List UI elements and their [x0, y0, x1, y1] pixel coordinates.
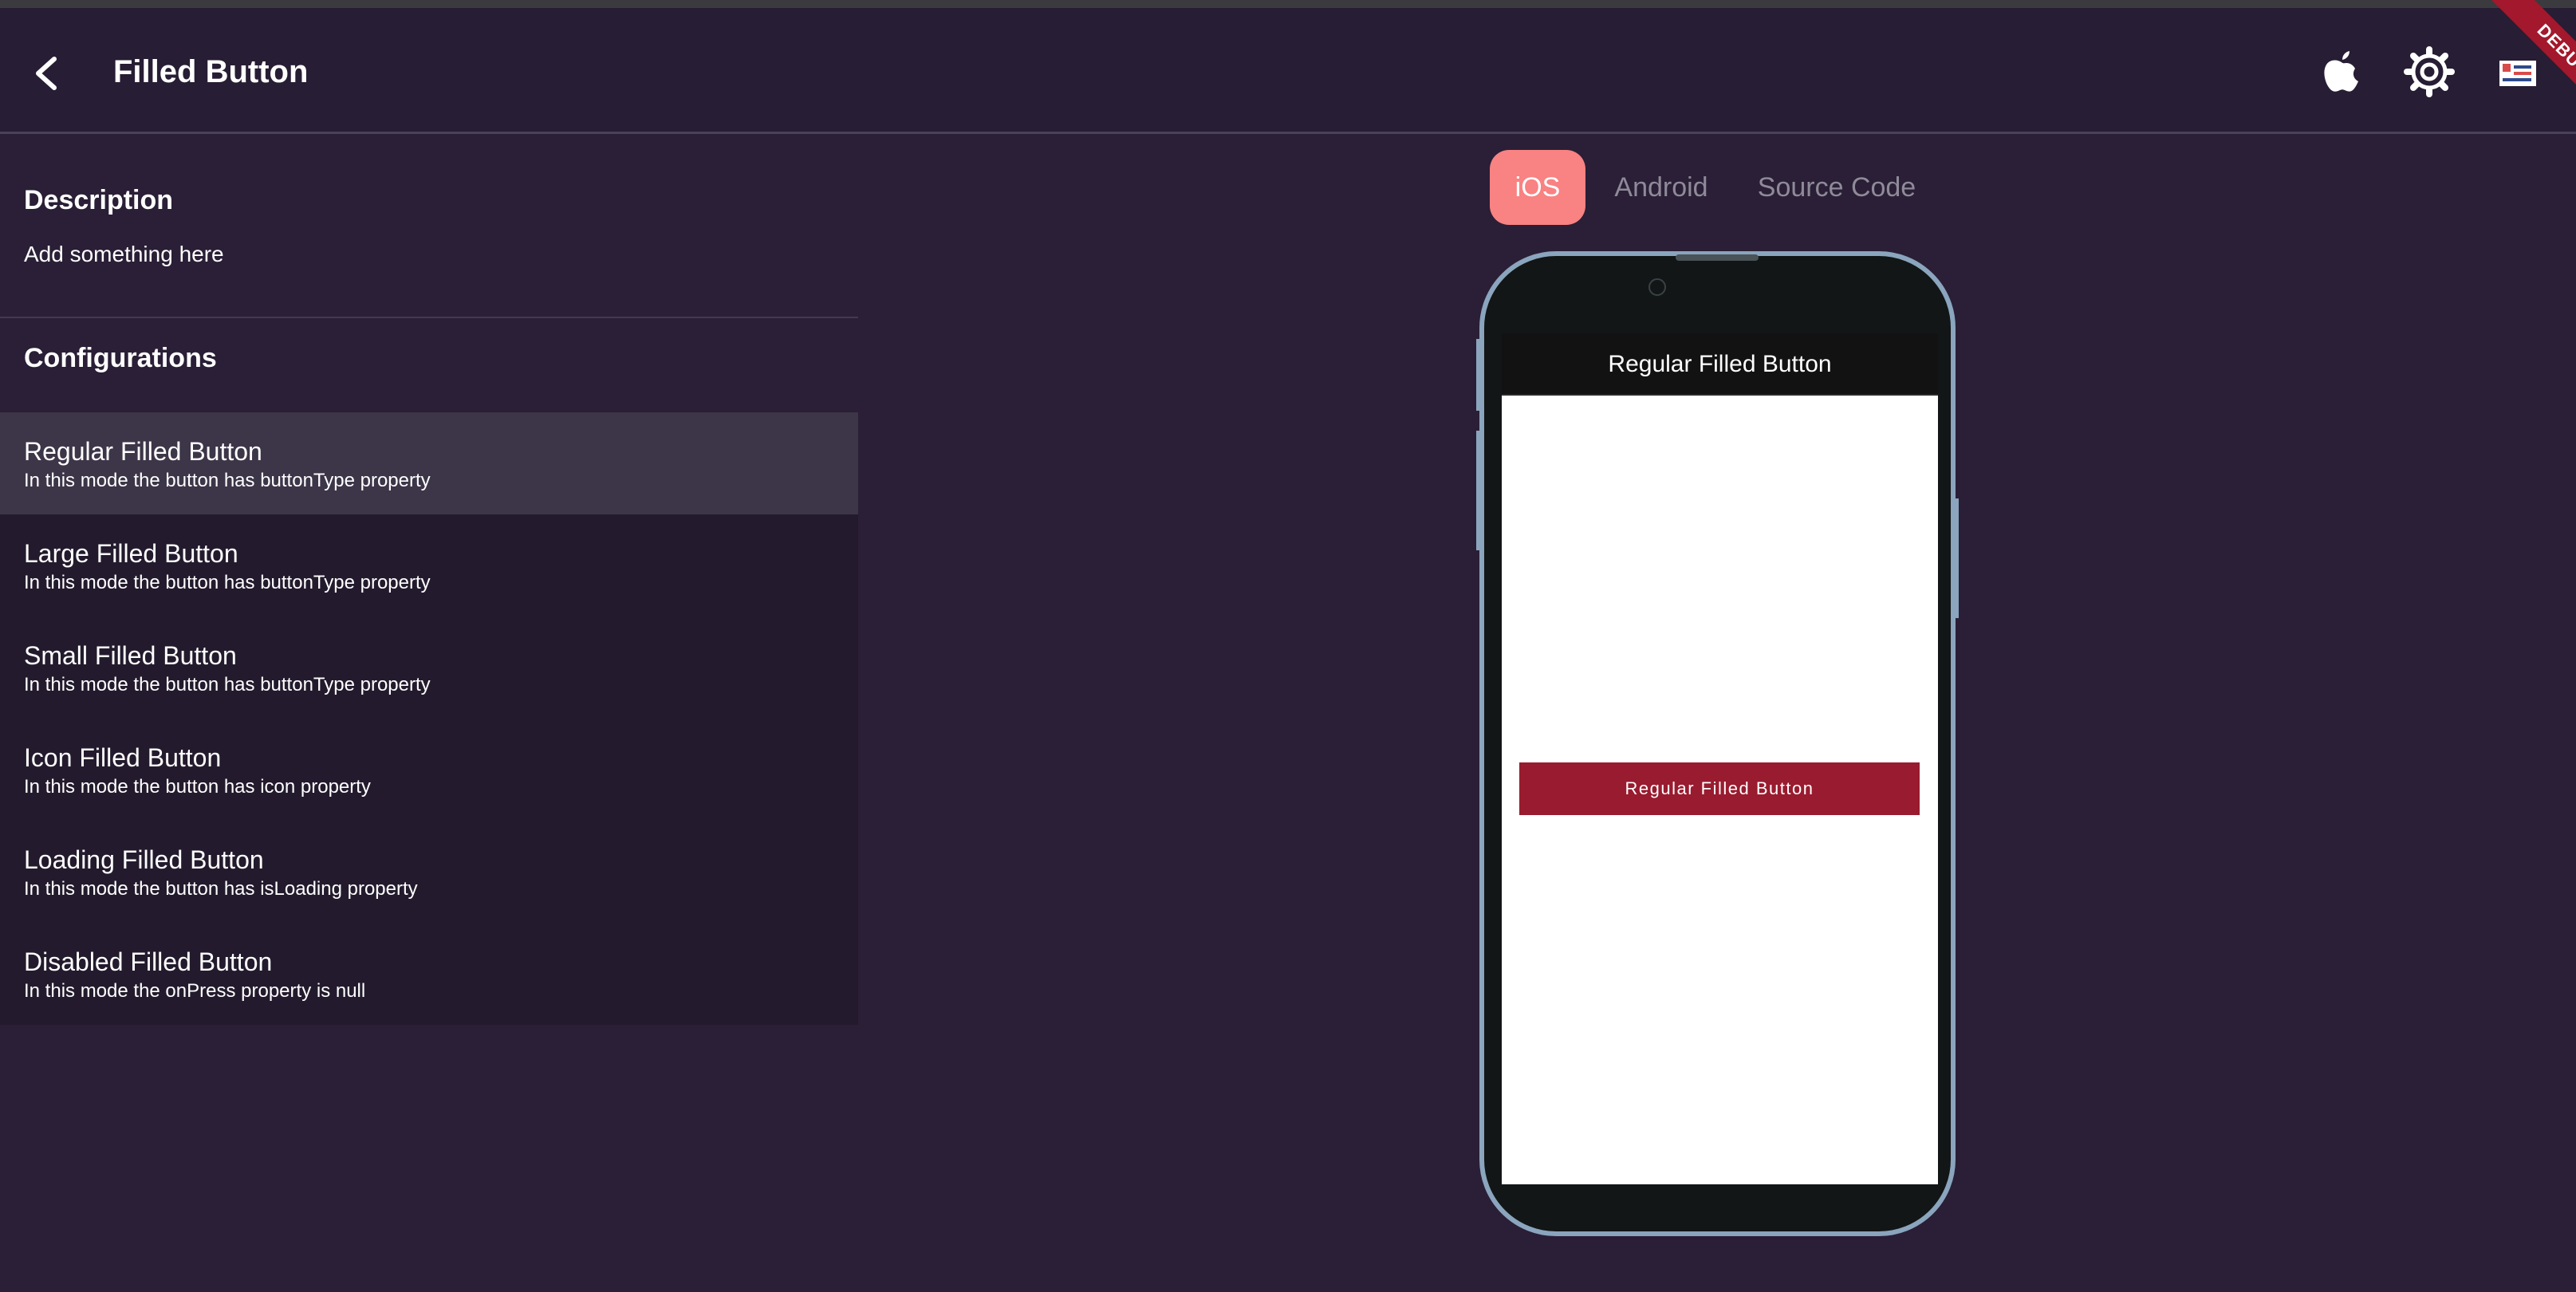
preview-body: Regular Filled Button [1502, 397, 1938, 1184]
config-item-title: Small Filled Button [24, 641, 237, 670]
phone-camera [1648, 278, 1666, 296]
phone-screen: Regular Filled Button Regular Filled But… [1502, 333, 1938, 1184]
config-item-title: Icon Filled Button [24, 743, 222, 772]
config-item-title: Regular Filled Button [24, 437, 262, 466]
section-divider [0, 317, 858, 318]
tab-android[interactable]: Android [1601, 150, 1721, 225]
language-button[interactable] [2485, 40, 2549, 104]
description-heading: Description [24, 185, 174, 215]
tab-ios[interactable]: iOS [1490, 150, 1585, 225]
page-title: Filled Button [113, 54, 309, 89]
config-item-subtitle: In this mode the button has icon propert… [24, 776, 371, 798]
config-item-loading[interactable]: Loading Filled Button In this mode the b… [0, 821, 858, 923]
details-panel: Description Add something here Configura… [0, 136, 858, 1292]
back-button[interactable] [24, 41, 69, 105]
locale-flag-icon [2499, 61, 2536, 86]
configurations-heading: Configurations [24, 343, 217, 373]
config-item-subtitle: In this mode the onPress property is nul… [24, 980, 366, 1002]
gear-icon [2404, 46, 2455, 97]
chevron-left-icon [36, 57, 57, 90]
config-item-regular[interactable]: Regular Filled Button In this mode the b… [0, 412, 858, 514]
config-item-title: Disabled Filled Button [24, 947, 273, 976]
app-bar: Filled Button DEBUG [0, 0, 2576, 134]
config-item-title: Large Filled Button [24, 539, 238, 568]
settings-button[interactable] [2397, 40, 2461, 104]
window-top-strip [0, 0, 2576, 8]
config-item-icon[interactable]: Icon Filled Button In this mode the butt… [0, 719, 858, 821]
config-item-large[interactable]: Large Filled Button In this mode the but… [0, 514, 858, 616]
app-window: Filled Button DEBUG Description Add some… [0, 0, 2576, 1292]
config-item-small[interactable]: Small Filled Button In this mode the but… [0, 616, 858, 719]
apple-icon [2324, 51, 2358, 92]
ios-platform-button[interactable] [2310, 40, 2373, 104]
tab-source-code[interactable]: Source Code [1753, 150, 1920, 225]
preview-navbar-title: Regular Filled Button [1502, 333, 1938, 396]
config-item-title: Loading Filled Button [24, 845, 264, 874]
phone-notch [1676, 254, 1759, 261]
config-item-subtitle: In this mode the button has buttonType p… [24, 470, 431, 491]
config-item-subtitle: In this mode the button has buttonType p… [24, 572, 431, 593]
configuration-list: Regular Filled Button In this mode the b… [0, 412, 858, 1025]
description-text: Add something here [24, 242, 224, 266]
phone-frame: Regular Filled Button Regular Filled But… [1479, 251, 1956, 1236]
config-item-disabled[interactable]: Disabled Filled Button In this mode the … [0, 923, 858, 1025]
regular-filled-button[interactable]: Regular Filled Button [1519, 762, 1920, 815]
config-item-subtitle: In this mode the button has buttonType p… [24, 674, 431, 695]
config-item-subtitle: In this mode the button has isLoading pr… [24, 878, 418, 900]
